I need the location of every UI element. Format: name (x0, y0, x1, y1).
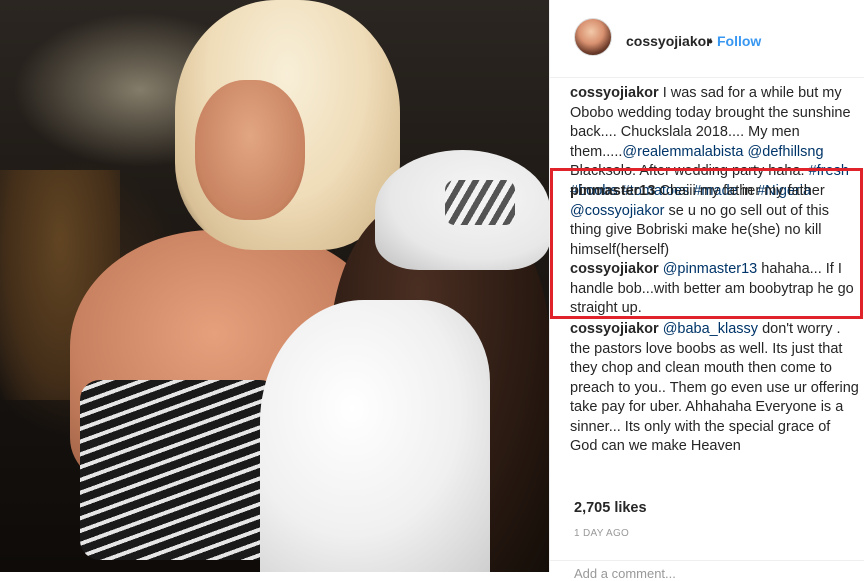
comment-item: cossyojiakor @pinmaster13 hahaha... If I… (570, 260, 860, 319)
photo-shirt (260, 300, 490, 572)
post-sidebar: cossyojiakor • Follow cossyojiakor I was… (549, 0, 864, 581)
header-username[interactable]: cossyojiakor (626, 33, 712, 49)
likes-count[interactable]: 2,705 likes (574, 500, 647, 516)
comment-username[interactable]: pinmaster13 (570, 183, 655, 199)
header-dot: • (708, 33, 713, 49)
caption-mention-1[interactable]: @realemmalabista (622, 144, 743, 160)
comment-text: Chaiii my father my father (659, 183, 825, 199)
comment-text-2: don't worry . the pastors love boobs as … (570, 321, 859, 454)
comment-username[interactable]: cossyojiakor (570, 261, 659, 277)
comment-mention[interactable]: @pinmaster13 (663, 261, 758, 277)
photo-cap (375, 150, 549, 270)
comment-mention[interactable]: @cossyojiakor (570, 203, 665, 219)
post-photo[interactable] (0, 0, 549, 572)
add-comment-input[interactable]: Add a comment... (574, 566, 676, 581)
caption-mention-2[interactable]: @defhillsng (748, 144, 824, 160)
comment-mention[interactable]: @baba_klassy (663, 321, 758, 337)
photo-dress (80, 380, 280, 560)
comment-item: cossyojiakor @baba_klassy don't worry . … (570, 320, 860, 457)
avatar[interactable] (574, 18, 612, 56)
add-comment-bar[interactable]: Add a comment... (550, 560, 864, 581)
follow-button[interactable]: Follow (717, 33, 761, 49)
post-header: cossyojiakor • Follow (550, 0, 864, 78)
post-timestamp: 1 DAY AGO (574, 528, 630, 539)
comment-item: pinmaster13 Chaiii my father my father @… (570, 182, 860, 260)
photo-face (195, 80, 305, 220)
comment-username[interactable]: cossyojiakor (570, 321, 659, 337)
caption-username[interactable]: cossyojiakor (570, 85, 659, 101)
